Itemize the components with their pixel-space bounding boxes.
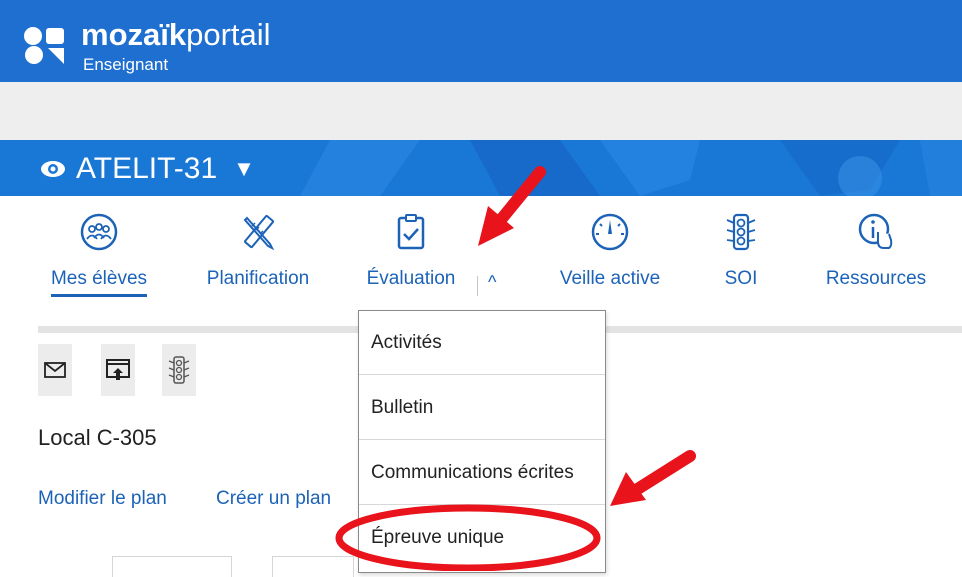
soi-button[interactable]	[162, 344, 196, 396]
class-name: ATELIT-31	[76, 152, 218, 185]
main-nav: Mes élèves Planification Évaluation Veil…	[0, 206, 962, 306]
nav-label: Veille active	[559, 268, 661, 289]
chevron-up-icon[interactable]: ^	[488, 272, 496, 293]
student-card[interactable]	[112, 556, 232, 577]
clipboard-check-icon	[397, 214, 425, 250]
ruler-pencil-icon	[243, 215, 275, 251]
brand-role: Enseignant	[83, 55, 169, 74]
envelope-icon	[44, 362, 66, 378]
chevron-down-icon: ▼	[233, 156, 255, 181]
menu-item-label: Activités	[371, 331, 442, 353]
nav-planification[interactable]: Planification	[196, 206, 320, 290]
menu-item-label: Communications écrites	[371, 461, 574, 483]
nav-ressources[interactable]: Ressources	[814, 206, 938, 290]
nav-soi[interactable]: SOI	[718, 206, 764, 290]
nav-separator	[477, 276, 478, 296]
menu-item-activites[interactable]: Activités	[359, 311, 605, 375]
secondary-bar	[0, 82, 962, 140]
students-group-icon	[80, 213, 118, 251]
menu-item-epreuve-unique[interactable]: Épreuve unique	[359, 506, 605, 570]
red-arrow-icon	[610, 450, 696, 506]
menu-item-label: Épreuve unique	[371, 527, 505, 548]
evaluation-dropdown-menu: Activités Bulletin Communications écrite…	[358, 310, 606, 573]
create-plan-link[interactable]: Créer un plan	[216, 488, 331, 510]
brand-name-bold: mozaïk	[81, 17, 187, 52]
message-button[interactable]	[38, 344, 72, 396]
student-card[interactable]	[272, 556, 354, 577]
menu-item-communications-ecrites[interactable]: Communications écrites	[359, 441, 605, 505]
nav-evaluation[interactable]: Évaluation	[356, 206, 466, 290]
menu-item-label: Bulletin	[371, 396, 434, 418]
brand-name-light: portail	[186, 17, 271, 52]
traffic-light-icon	[168, 356, 190, 384]
share-screen-button[interactable]	[101, 344, 135, 396]
share-screen-icon	[106, 359, 130, 380]
nav-label: Planification	[206, 268, 310, 289]
info-hand-icon	[858, 213, 893, 249]
menu-item-bulletin[interactable]: Bulletin	[359, 376, 605, 440]
brand-name[interactable]: mozaïkportail	[81, 18, 271, 52]
nav-label: Évaluation	[366, 268, 456, 289]
nav-label: SOI	[724, 268, 758, 289]
gauge-icon	[591, 213, 629, 251]
eye-icon	[41, 161, 65, 177]
edit-plan-link[interactable]: Modifier le plan	[38, 488, 167, 510]
traffic-light-icon	[726, 213, 756, 251]
nav-mes-eleves[interactable]: Mes élèves	[40, 206, 158, 297]
class-selector[interactable]: ATELIT-31 ▼	[40, 152, 255, 186]
top-bar: mozaïkportail Enseignant	[0, 0, 962, 82]
mozaik-logo-icon	[24, 27, 64, 64]
nav-label: Mes élèves	[50, 268, 148, 297]
nav-veille-active[interactable]: Veille active	[548, 206, 672, 290]
classroom-local: Local C-305	[38, 425, 157, 450]
nav-label: Ressources	[825, 268, 927, 289]
